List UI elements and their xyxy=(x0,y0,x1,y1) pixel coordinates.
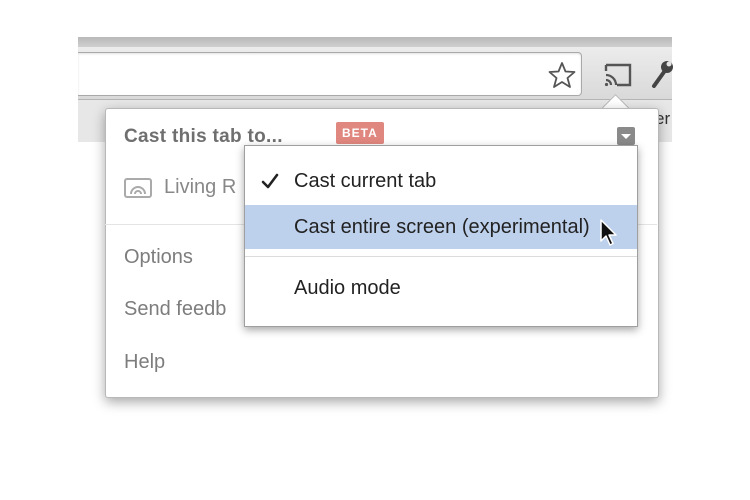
star-icon[interactable] xyxy=(548,61,576,89)
menu-item-audio-mode[interactable]: Audio mode xyxy=(245,266,637,310)
menu-item-label: Cast entire screen (experimental) xyxy=(294,216,590,238)
menu-item-label: Cast current tab xyxy=(294,170,437,192)
wrench-icon[interactable] xyxy=(650,58,674,88)
mouse-cursor-icon xyxy=(599,218,619,248)
send-feedback-link[interactable]: Send feedb xyxy=(124,298,244,321)
menu-item-label: Audio mode xyxy=(294,277,401,299)
menu-item-cast-entire-screen[interactable]: Cast entire screen (experimental) xyxy=(245,205,637,249)
cast-mode-menu: Cast current tab Cast entire screen (exp… xyxy=(244,145,638,327)
cast-icon xyxy=(604,63,632,87)
chevron-down-icon[interactable] xyxy=(617,127,635,145)
browser-tab-strip xyxy=(78,37,672,47)
beta-badge: BETA xyxy=(336,122,384,144)
menu-item-cast-current-tab[interactable]: Cast current tab xyxy=(245,159,637,203)
address-bar[interactable] xyxy=(78,52,582,96)
cast-button[interactable] xyxy=(596,56,640,96)
checkmark-icon xyxy=(261,173,279,189)
help-link[interactable]: Help xyxy=(124,351,244,374)
menu-divider xyxy=(245,256,637,257)
cast-device-icon xyxy=(124,178,152,198)
device-item-label[interactable]: Living R xyxy=(164,176,244,199)
options-link[interactable]: Options xyxy=(124,246,244,269)
